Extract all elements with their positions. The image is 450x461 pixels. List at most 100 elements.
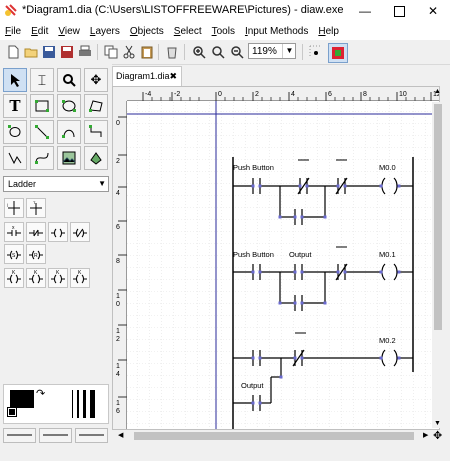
connection-point[interactable] xyxy=(279,375,283,379)
connection-point[interactable] xyxy=(397,356,401,360)
beziergon-tool[interactable] xyxy=(3,120,27,144)
shape-positive-coil[interactable]: K xyxy=(4,268,24,288)
pointer-tool[interactable] xyxy=(3,68,27,92)
paste-button[interactable] xyxy=(138,43,156,61)
connection-point[interactable] xyxy=(343,270,347,274)
connection-point[interactable] xyxy=(293,215,297,219)
connection-point[interactable] xyxy=(258,184,262,188)
arrow-start-button[interactable] xyxy=(3,428,36,443)
object-snap-button[interactable] xyxy=(328,43,348,63)
connection-point[interactable] xyxy=(323,215,327,219)
text-edit-tool[interactable]: ⌶ xyxy=(30,68,54,92)
zoom-fit-button[interactable] xyxy=(209,43,227,61)
diagram-canvas[interactable]: -4-2024681012 0246810121416 xyxy=(112,86,440,430)
scroll-tool[interactable]: ✥ xyxy=(84,68,108,92)
arc-tool[interactable] xyxy=(57,120,81,144)
shape-vertical-bus[interactable]: | xyxy=(4,198,24,218)
shape-inverted-contact[interactable] xyxy=(26,222,46,242)
connection-point[interactable] xyxy=(278,215,282,219)
close-icon[interactable]: ✖ xyxy=(169,67,177,85)
arrow-end-button[interactable] xyxy=(75,428,108,443)
vertical-scroll-thumb[interactable] xyxy=(434,104,442,330)
connection-point[interactable] xyxy=(336,184,340,188)
connection-point[interactable] xyxy=(278,301,282,305)
navigate-cross-icon[interactable]: ✥ xyxy=(433,429,442,442)
menu-help[interactable]: Help xyxy=(313,26,344,37)
bezier-tool[interactable] xyxy=(30,146,54,170)
connection-point[interactable] xyxy=(258,270,262,274)
shape-set-coil-k[interactable]: K xyxy=(48,268,68,288)
shape-reset-coil[interactable]: R xyxy=(26,244,46,264)
shape-horizontal-bus[interactable]: T xyxy=(26,198,46,218)
shape-set-coil[interactable]: S xyxy=(4,244,24,264)
swap-colors-icon[interactable]: ↷ xyxy=(36,387,45,400)
minimize-button[interactable]: — xyxy=(348,0,382,22)
polygon-tool[interactable] xyxy=(84,94,108,118)
connection-point[interactable] xyxy=(300,270,304,274)
shape-inverted-coil[interactable] xyxy=(70,222,90,242)
connection-point[interactable] xyxy=(298,184,302,188)
connection-point[interactable] xyxy=(251,184,255,188)
menu-view[interactable]: View xyxy=(53,26,85,37)
ellipse-tool[interactable] xyxy=(57,94,81,118)
connection-point[interactable] xyxy=(397,184,401,188)
box-tool[interactable] xyxy=(30,94,54,118)
connection-point[interactable] xyxy=(379,356,383,360)
connection-point[interactable] xyxy=(300,356,304,360)
connection-point[interactable] xyxy=(305,184,309,188)
line-tool[interactable] xyxy=(30,120,54,144)
scroll-up-icon[interactable]: ▲ xyxy=(434,88,441,95)
connection-point[interactable] xyxy=(343,184,347,188)
connection-point[interactable] xyxy=(251,270,255,274)
save-as-button[interactable] xyxy=(58,43,76,61)
close-button[interactable]: ✕ xyxy=(416,0,450,22)
connection-point[interactable] xyxy=(258,356,262,360)
line-style-button[interactable] xyxy=(39,428,72,443)
delete-button[interactable] xyxy=(163,43,181,61)
foreground-color-swatch[interactable] xyxy=(10,390,34,408)
menu-edit[interactable]: Edit xyxy=(26,26,53,37)
zoom-out-button[interactable] xyxy=(228,43,246,61)
connection-point[interactable] xyxy=(379,270,383,274)
outline-tool[interactable] xyxy=(84,146,108,170)
chevron-down-icon[interactable]: ▼ xyxy=(282,44,296,58)
maximize-button[interactable] xyxy=(382,0,416,22)
shape-contact[interactable]: x xyxy=(4,222,24,242)
menu-file[interactable]: File xyxy=(0,26,26,37)
zoom-in-button[interactable] xyxy=(190,43,208,61)
line-width-icon[interactable] xyxy=(66,388,102,420)
connection-point[interactable] xyxy=(379,184,383,188)
magnify-tool[interactable] xyxy=(57,68,81,92)
connection-point[interactable] xyxy=(300,301,304,305)
menu-tools[interactable]: Tools xyxy=(207,26,240,37)
scroll-down-icon[interactable]: ▼ xyxy=(434,420,441,427)
snap-to-grid-button[interactable] xyxy=(307,43,325,61)
shape-reset-coil-k[interactable]: K xyxy=(70,268,90,288)
connection-point[interactable] xyxy=(251,401,255,405)
print-button[interactable] xyxy=(76,43,94,61)
copy-button[interactable] xyxy=(102,43,120,61)
connection-point[interactable] xyxy=(300,215,304,219)
save-button[interactable] xyxy=(40,43,58,61)
connection-point[interactable] xyxy=(397,270,401,274)
shape-negative-coil[interactable]: K xyxy=(26,268,46,288)
menu-layers[interactable]: Layers xyxy=(85,26,125,37)
canvas-surface[interactable]: -4-2024681012 0246810121416 xyxy=(113,87,439,429)
scroll-right-icon[interactable]: ▶ xyxy=(423,431,428,439)
connection-point[interactable] xyxy=(293,356,297,360)
connection-point[interactable] xyxy=(336,270,340,274)
connection-point[interactable] xyxy=(293,270,297,274)
sheet-selector[interactable]: Ladder ▼ xyxy=(3,176,109,192)
menu-select[interactable]: Select xyxy=(169,26,207,37)
connection-point[interactable] xyxy=(251,356,255,360)
menu-objects[interactable]: Objects xyxy=(125,26,169,37)
horizontal-scroll-thumb[interactable] xyxy=(134,432,414,440)
tab-diagram1[interactable]: Diagram1.dia ✖ xyxy=(112,66,182,86)
cut-button[interactable] xyxy=(120,43,138,61)
zigzag-tool[interactable] xyxy=(84,120,108,144)
text-tool[interactable]: T xyxy=(3,94,27,118)
polyline-tool[interactable] xyxy=(3,146,27,170)
open-button[interactable] xyxy=(22,43,40,61)
shape-coil[interactable] xyxy=(48,222,68,242)
image-tool[interactable] xyxy=(57,146,81,170)
